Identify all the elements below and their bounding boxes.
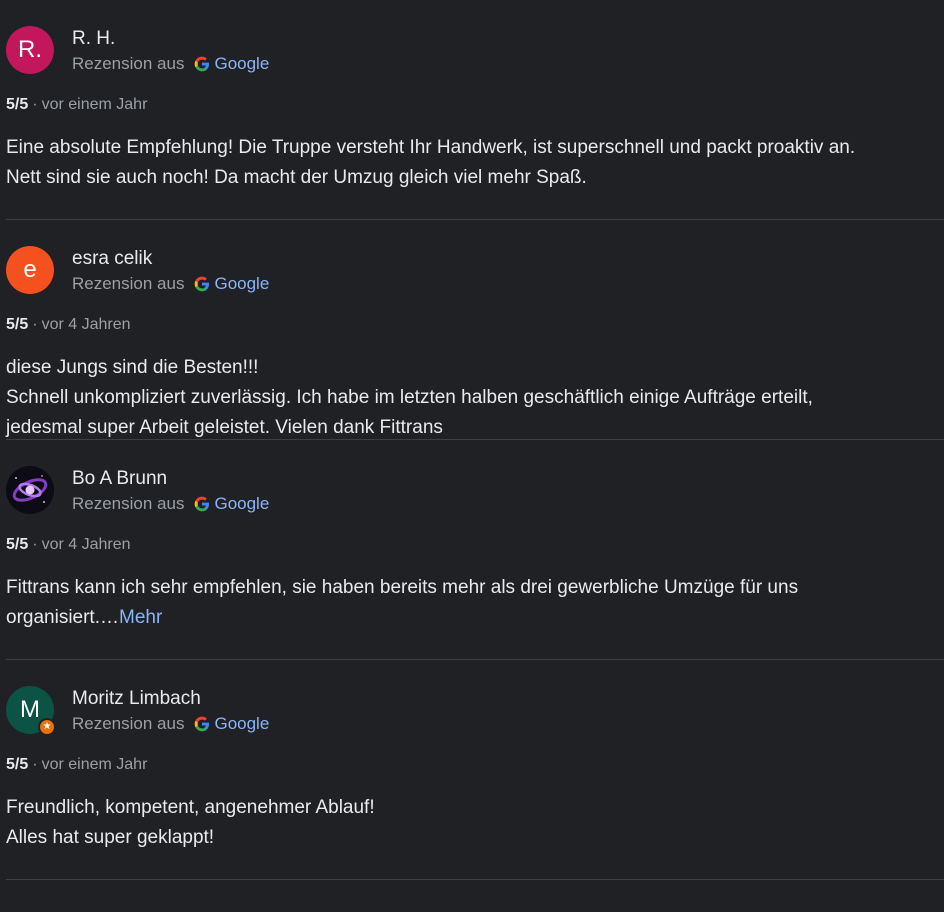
separator-dot: ·	[32, 96, 38, 113]
review-text-truncated: organisiert.…	[6, 607, 119, 628]
galaxy-photo-icon	[6, 466, 54, 514]
source-prefix: Rezension aus	[72, 274, 185, 293]
source-prefix: Rezension aus	[72, 494, 185, 513]
review-text: diese Jungs sind die Besten!!! Schnell u…	[6, 353, 944, 443]
separator-dot: ·	[32, 536, 38, 553]
rating-line: 5/5 · vor einem Jahr	[6, 95, 147, 115]
review-date: vor 4 Jahren	[41, 316, 131, 333]
review-source: Rezension aus Google	[72, 493, 269, 515]
review-card: Bo A Brunn Rezension aus Google 5/5 · vor …	[6, 440, 944, 660]
source-google-link[interactable]: Google	[214, 273, 269, 295]
more-link[interactable]: Mehr	[119, 607, 162, 628]
review-text-line: Schnell unkompliziert zuverlässig. Ich h…	[6, 387, 813, 408]
review-date: vor einem Jahr	[41, 756, 148, 773]
review-card: R. R. H. Rezension aus Google 5/5 · vor ei…	[6, 0, 944, 220]
rating-score: 5/5	[6, 536, 29, 553]
source-google-link[interactable]: Google	[214, 713, 269, 735]
review-date: vor einem Jahr	[41, 96, 148, 113]
rating-score: 5/5	[6, 316, 29, 333]
source-prefix: Rezension aus	[72, 54, 185, 73]
review-text-line: Fittrans kann ich sehr empfehlen, sie ha…	[6, 577, 799, 598]
review-text-line: Freundlich, kompetent, angenehmer Ablauf…	[6, 797, 375, 818]
review-text: Eine absolute Empfehlung! Die Truppe ver…	[6, 133, 944, 193]
rating-line: 5/5 · vor 4 Jahren	[6, 535, 131, 555]
review-text: Fittrans kann ich sehr empfehlen, sie ha…	[6, 573, 944, 633]
author-name[interactable]: R. H.	[72, 28, 115, 50]
rating-score: 5/5	[6, 96, 29, 113]
separator-dot: ·	[32, 316, 38, 333]
google-g-icon	[194, 276, 210, 292]
avatar-letter: R.	[18, 36, 42, 63]
review-source: Rezension aus Google	[72, 713, 269, 735]
author-name[interactable]: esra celik	[72, 248, 152, 270]
source-prefix: Rezension aus	[72, 714, 185, 733]
source-google-link[interactable]: Google	[214, 493, 269, 515]
author-name[interactable]: Bo A Brunn	[72, 468, 167, 490]
avatar[interactable]: M ★	[6, 686, 56, 736]
avatar-letter: e	[23, 256, 37, 283]
source-google-link[interactable]: Google	[214, 53, 269, 75]
review-card: M ★ Moritz Limbach Rezension aus Google …	[6, 660, 944, 880]
review-text-line: Eine absolute Empfehlung! Die Truppe ver…	[6, 137, 856, 158]
avatar[interactable]	[6, 466, 54, 514]
review-text-line: jedesmal super Arbeit geleistet. Vielen …	[6, 417, 443, 438]
review-text-line: Nett sind sie auch noch! Da macht der Um…	[6, 167, 587, 188]
review-text: Freundlich, kompetent, angenehmer Ablauf…	[6, 793, 944, 853]
google-g-icon	[194, 56, 210, 72]
separator-dot: ·	[32, 756, 38, 773]
review-date: vor 4 Jahren	[41, 536, 131, 553]
rating-score: 5/5	[6, 756, 29, 773]
review-text-line-with-more: organisiert.…Mehr	[6, 603, 944, 633]
google-g-icon	[194, 716, 210, 732]
avatar[interactable]: e	[6, 246, 54, 294]
review-source: Rezension aus Google	[72, 273, 269, 295]
avatar-letter: M	[20, 696, 40, 723]
avatar[interactable]: R.	[6, 26, 54, 74]
review-card: e esra celik Rezension aus Google 5/5 · vo…	[6, 220, 944, 440]
review-text-line: diese Jungs sind die Besten!!!	[6, 357, 259, 378]
local-guide-star-icon: ★	[38, 718, 56, 736]
review-source: Rezension aus Google	[72, 53, 269, 75]
google-g-icon	[194, 496, 210, 512]
rating-line: 5/5 · vor einem Jahr	[6, 755, 147, 775]
author-name[interactable]: Moritz Limbach	[72, 688, 201, 710]
review-text-line: Alles hat super geklappt!	[6, 827, 215, 848]
rating-line: 5/5 · vor 4 Jahren	[6, 315, 131, 335]
